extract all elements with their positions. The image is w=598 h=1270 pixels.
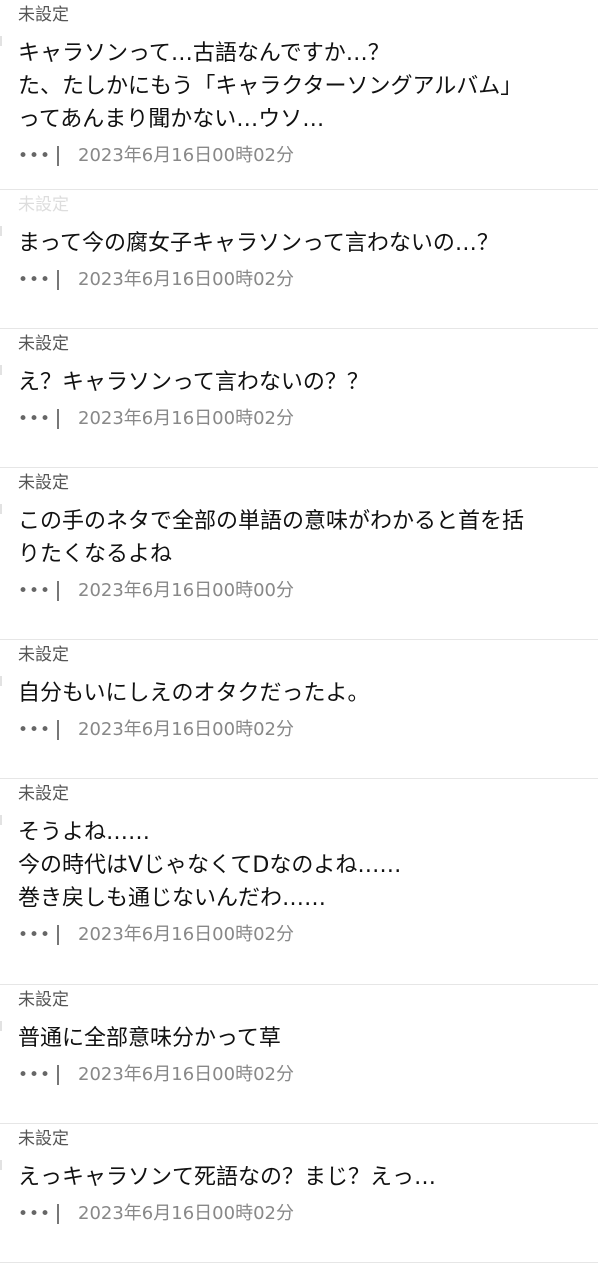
- comment-item: 未設定 えっキャラソンて死語なの？まじ？えっ… ••• 2023年6月16日00…: [0, 1124, 598, 1263]
- comment-text: キャラソンって…古語なんですか…？ た、たしかにもう「キャラクターソングアルバム…: [18, 41, 523, 132]
- comment-meta: ••• 2023年6月16日00時02分: [18, 715, 580, 745]
- comment-author: 未設定: [18, 5, 69, 25]
- comment-text: えっキャラソンて死語なの？まじ？えっ…: [18, 1165, 437, 1190]
- more-options-icon[interactable]: •••: [18, 1060, 50, 1090]
- more-options-icon[interactable]: •••: [18, 715, 50, 745]
- comment-text: そうよね…… 今の時代はVじゃなくてDなのよね…… 巻き戻しも通じないんだわ……: [18, 820, 402, 911]
- comment-item: 未設定 え？キャラソンって言わないの？？ ••• 2023年6月16日00時02…: [0, 329, 598, 468]
- divider: [57, 925, 59, 945]
- comment-timestamp: 2023年6月16日00時02分: [78, 719, 294, 740]
- comment-meta: ••• 2023年6月16日00時02分: [18, 1060, 580, 1090]
- divider: [57, 1204, 59, 1224]
- comment-timestamp: 2023年6月16日00時00分: [78, 580, 294, 601]
- comment-author: 未設定: [18, 334, 69, 354]
- more-options-icon[interactable]: •••: [18, 920, 50, 950]
- comment-item: 未設定 まって今の腐女子キャラソンって言わないの…？ ••• 2023年6月16…: [0, 190, 598, 329]
- comment-meta: ••• 2023年6月16日00時02分: [18, 404, 580, 434]
- divider: [57, 720, 59, 740]
- comment-timestamp: 2023年6月16日00時02分: [78, 145, 294, 166]
- more-options-icon[interactable]: •••: [18, 265, 50, 295]
- comment-meta: ••• 2023年6月16日00時00分: [18, 576, 580, 606]
- more-options-icon[interactable]: •••: [18, 576, 50, 606]
- comment-author: 未設定: [18, 990, 69, 1010]
- divider: [57, 581, 59, 601]
- comment-text: え？キャラソンって言わないの？？: [18, 370, 369, 395]
- comment-item: 未設定 自分もいにしえのオタクだったよ。 ••• 2023年6月16日00時02…: [0, 640, 598, 779]
- comment-meta: ••• 2023年6月16日00時02分: [18, 920, 580, 950]
- comment-text: この手のネタで全部の単語の意味がわかると首を括 りたくなるよね: [18, 509, 525, 567]
- comment-timestamp: 2023年6月16日00時02分: [78, 269, 294, 290]
- divider: [57, 1065, 59, 1085]
- comment-author: 未設定: [18, 1129, 69, 1149]
- comment-timestamp: 2023年6月16日00時02分: [78, 408, 294, 429]
- divider: [57, 146, 59, 166]
- comment-text: 普通に全部意味分かって草: [18, 1026, 281, 1051]
- comment-meta: ••• 2023年6月16日00時02分: [18, 141, 580, 171]
- comment-item: 未設定 普通に全部意味分かって草 ••• 2023年6月16日00時02分: [0, 985, 598, 1124]
- divider: [57, 270, 59, 290]
- comment-author: 未設定: [18, 473, 69, 493]
- more-options-icon[interactable]: •••: [18, 1199, 50, 1229]
- comment-text: 自分もいにしえのオタクだったよ。: [18, 681, 370, 706]
- comment-timestamp: 2023年6月16日00時02分: [78, 924, 294, 945]
- more-options-icon[interactable]: •••: [18, 141, 50, 171]
- comment-item: 未設定 キャラソンって…古語なんですか…？ た、たしかにもう「キャラクターソング…: [0, 0, 598, 190]
- comment-author: 未設定: [18, 195, 69, 215]
- divider: [57, 409, 59, 429]
- more-options-icon[interactable]: •••: [18, 404, 50, 434]
- comment-author: 未設定: [18, 645, 69, 665]
- comment-item: 未設定 そうよね…… 今の時代はVじゃなくてDなのよね…… 巻き戻しも通じないん…: [0, 779, 598, 985]
- comment-timestamp: 2023年6月16日00時02分: [78, 1064, 294, 1085]
- comment-meta: ••• 2023年6月16日00時02分: [18, 265, 580, 295]
- comment-timestamp: 2023年6月16日00時02分: [78, 1203, 294, 1224]
- comment-text: まって今の腐女子キャラソンって言わないの…？: [18, 231, 499, 256]
- comment-author: 未設定: [18, 784, 69, 804]
- comment-item: 未設定 この手のネタで全部の単語の意味がわかると首を括 りたくなるよね ••• …: [0, 468, 598, 640]
- comment-meta: ••• 2023年6月16日00時02分: [18, 1199, 580, 1229]
- comment-feed: 未設定 キャラソンって…古語なんですか…？ た、たしかにもう「キャラクターソング…: [0, 0, 598, 1263]
